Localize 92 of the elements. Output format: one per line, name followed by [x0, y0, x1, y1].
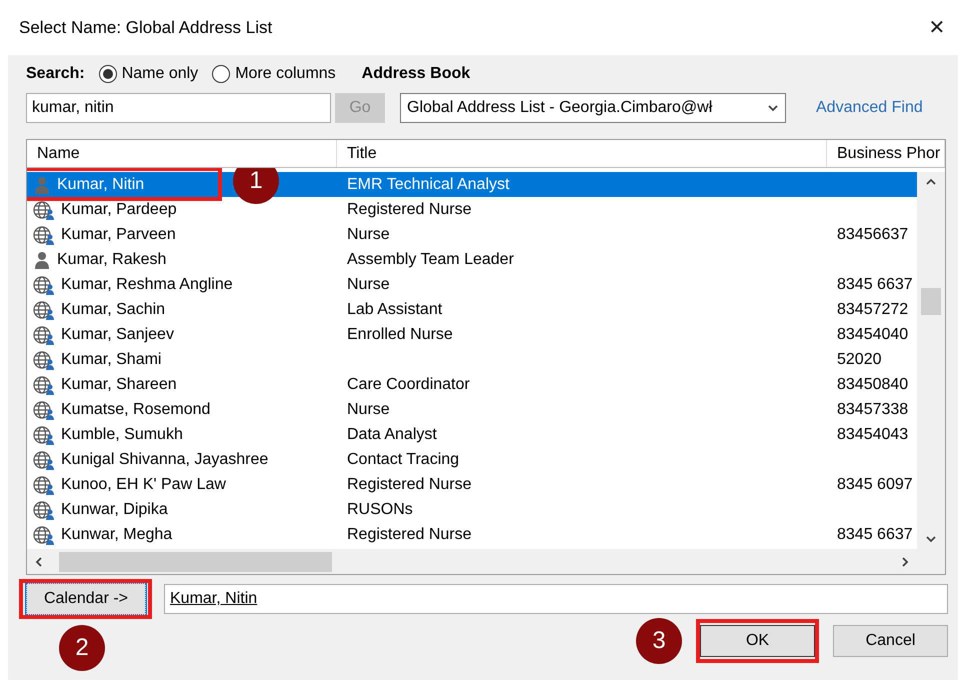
contact-row[interactable]: Kumar, Shami 52020	[27, 347, 917, 372]
calendar-field[interactable]: Kumar, Nitin	[164, 584, 948, 614]
globe-person-icon	[33, 224, 55, 244]
contact-row[interactable]: Kumar, Shareen Care Coordinator 83450840	[27, 372, 917, 397]
dialog-button[interactable]: OK	[700, 625, 815, 657]
contact-row[interactable]: Kumar, Sachin Lab Assistant 83457272	[27, 297, 917, 322]
radio-button[interactable]	[98, 65, 117, 83]
name-cell: Kumar, Shami	[61, 350, 162, 368]
phone-cell-text: 8345 6097	[836, 476, 914, 494]
phone-cell-text: 83454043	[836, 426, 910, 444]
phone-cell-text: 8345 6637	[836, 526, 914, 544]
title-cell-text: Registered Nurse	[346, 476, 472, 494]
title-cell-text: Assembly Team Leader	[346, 250, 515, 268]
phone-cell-text: 83456637	[836, 226, 910, 244]
name-cell: Kumar, Nitin	[57, 176, 144, 194]
advanced-find-link[interactable]: Advanced Find	[816, 99, 923, 117]
title-cell-text: Nurse	[346, 400, 391, 418]
name-cell: Kumatse, Rosemond	[61, 400, 210, 418]
title-cell-text: Registered Nurse	[346, 200, 472, 218]
contact-row[interactable]: Kunoo, EH K' Paw Law Registered Nurse 8345 6097	[27, 472, 917, 497]
calendar-button[interactable]: Calendar ->	[26, 583, 146, 615]
name-cell: Kumble, Sumukh	[61, 426, 183, 444]
phone-cell-text: 83454040	[836, 326, 910, 344]
address-book-dropdown[interactable]: Global Address List - Georgia.Cimbaro@wł	[400, 93, 786, 123]
globe-person-icon	[33, 350, 55, 370]
name-cell: Kumar, Shareen	[61, 376, 177, 394]
name-cell: Kumar, Parveen	[61, 226, 176, 244]
title-cell-text: Nurse	[346, 226, 391, 244]
search-field[interactable]: kumar, nitin	[26, 93, 331, 123]
column-header[interactable]: Name	[27, 140, 337, 167]
name-cell: Kunigal Shivanna, Jayashree	[61, 450, 268, 468]
scrollbar-thumb[interactable]	[59, 552, 332, 572]
globe-person-icon	[33, 274, 55, 294]
person-icon	[33, 176, 51, 194]
window-title: Select Name: Global Address List	[19, 18, 272, 38]
name-cell: Kumar, Rakesh	[57, 250, 166, 268]
contact-row[interactable]: Kunwar, Megha Registered Nurse 8345 6637	[27, 522, 917, 547]
phone-cell-text: 8345 6637	[836, 276, 914, 294]
search-label: Search:	[26, 65, 85, 83]
phone-cell-text: 83450840	[836, 376, 910, 394]
contact-row[interactable]: Kumar, Parveen Nurse 83456637	[27, 222, 917, 247]
globe-person-icon	[33, 300, 55, 320]
step-number: 1	[233, 168, 279, 204]
contact-row[interactable]: Kumble, Sumukh Data Analyst 83454043	[27, 422, 917, 447]
contact-row[interactable]: Kunwar, Dipika RUSONs	[27, 497, 917, 522]
title-cell-text: Contact Tracing	[346, 450, 460, 468]
radio-label[interactable]: More columns	[235, 65, 336, 83]
radio-button[interactable]	[212, 65, 230, 83]
dialog-button[interactable]: Cancel	[833, 625, 948, 657]
horizontal-scrollbar[interactable]	[27, 549, 945, 574]
address-book-label: Address Book	[362, 65, 470, 83]
step-number: 3	[636, 618, 682, 664]
globe-person-icon	[33, 324, 55, 344]
scrollbar-thumb[interactable]	[921, 288, 941, 315]
title-cell-text: Enrolled Nurse	[346, 326, 454, 344]
globe-person-icon	[33, 474, 55, 494]
column-header[interactable]: Business Phor	[827, 140, 945, 167]
title-cell-text: RUSONs	[346, 500, 414, 518]
phone-cell-text: 52020	[836, 350, 882, 368]
title-cell-text: Nurse	[346, 276, 391, 294]
contact-row[interactable]: Kumar, Sanjeev Enrolled Nurse 83454040	[27, 322, 917, 347]
globe-person-icon	[33, 424, 55, 444]
name-cell: Kumar, Reshma Angline	[61, 276, 233, 294]
vertical-scrollbar[interactable]	[917, 172, 945, 549]
title-cell-text: EMR Technical Analyst	[346, 176, 510, 194]
name-cell: Kumar, Sanjeev	[61, 326, 174, 344]
name-cell: Kunoo, EH K' Paw Law	[61, 476, 226, 494]
contact-row[interactable]: Kumatse, Rosemond Nurse 83457338	[27, 397, 917, 422]
contact-row[interactable]: Kumar, Rakesh Assembly Team Leader	[27, 247, 917, 272]
contact-row[interactable]: Kumar, Reshma Angline Nurse 8345 6637	[27, 272, 917, 297]
globe-person-icon	[33, 524, 55, 544]
phone-cell-text: 83457338	[836, 400, 910, 418]
step-number: 2	[59, 625, 105, 671]
phone-cell-text: 83457272	[836, 300, 910, 318]
name-cell: Kunwar, Megha	[61, 526, 172, 544]
title-cell-text: Registered Nurse	[346, 526, 472, 544]
title-cell-text: Lab Assistant	[346, 300, 444, 318]
globe-person-icon	[33, 400, 55, 420]
title-cell-text: Care Coordinator	[346, 376, 471, 394]
contact-row[interactable]: Kunigal Shivanna, Jayashree Contact Tracing	[27, 447, 917, 472]
radio-label[interactable]: Name only	[122, 65, 198, 83]
name-cell: Kunwar, Dipika	[61, 500, 168, 518]
globe-person-icon	[33, 500, 55, 520]
globe-person-icon	[33, 200, 55, 220]
person-icon	[33, 250, 51, 268]
column-header[interactable]: Title	[337, 140, 827, 167]
globe-person-icon	[33, 450, 55, 470]
name-cell: Kumar, Pardeep	[61, 200, 177, 218]
globe-person-icon	[33, 374, 55, 394]
name-cell: Kumar, Sachin	[61, 300, 166, 318]
title-cell-text: Data Analyst	[346, 426, 438, 444]
close-button[interactable]: ✕	[919, 10, 955, 46]
